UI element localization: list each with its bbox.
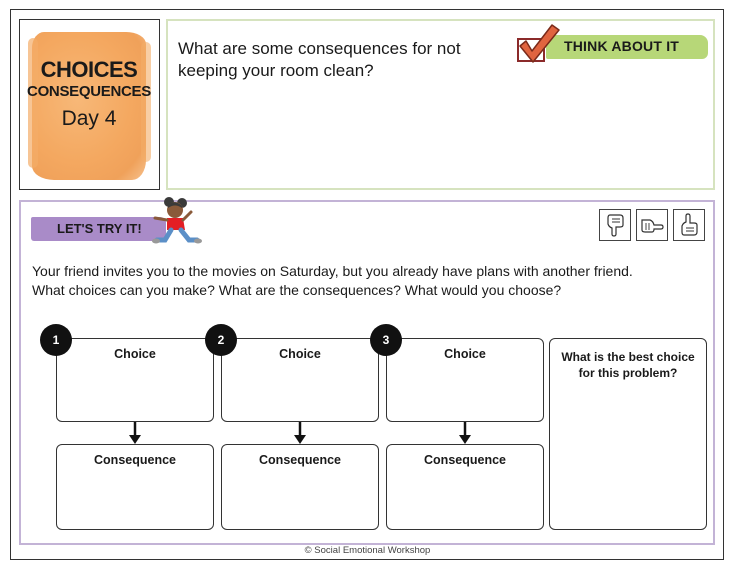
option-number-badge: 2 xyxy=(205,324,237,356)
arrow-down-icon xyxy=(459,422,471,444)
rating-icons xyxy=(599,209,705,241)
lets-try-it-label: LET'S TRY IT! xyxy=(57,221,142,236)
consequence-box[interactable]: Consequence xyxy=(56,444,214,530)
title-day: Day 4 xyxy=(61,107,117,130)
consequence-label: Consequence xyxy=(94,453,176,467)
title-choices: CHOICES xyxy=(40,57,138,82)
running-girl-icon xyxy=(152,197,202,244)
footer: © Social Emotional Workshop xyxy=(0,538,735,557)
title-text: CHOICES CONSEQUENCES Day 4 xyxy=(20,58,158,132)
think-about-it-label: THINK ABOUT IT xyxy=(564,38,680,54)
choice-label: Choice xyxy=(114,347,156,361)
arrow-down-icon xyxy=(129,422,141,444)
consequence-box[interactable]: Consequence xyxy=(386,444,544,530)
thumbs-up-button[interactable] xyxy=(673,209,705,241)
think-about-it-panel: What are some consequences for not keepi… xyxy=(166,19,715,190)
lets-try-it-banner: LET'S TRY IT! xyxy=(31,217,166,241)
consequence-label: Consequence xyxy=(424,453,506,467)
choice-label: Choice xyxy=(444,347,486,361)
best-choice-label: What is the best choice for this problem… xyxy=(561,350,695,380)
consequence-box[interactable]: Consequence xyxy=(221,444,379,530)
option-number-badge: 3 xyxy=(370,324,402,356)
thumbs-down-button[interactable] xyxy=(599,209,631,241)
title-card: CHOICES CONSEQUENCES Day 4 xyxy=(19,19,160,190)
choice-box[interactable]: Choice xyxy=(221,338,379,422)
thumbs-sideways-button[interactable] xyxy=(636,209,668,241)
scenario-line-1: Your friend invites you to the movies on… xyxy=(32,263,633,279)
choice-box[interactable]: Choice xyxy=(386,338,544,422)
thumbs-sideways-icon xyxy=(641,219,664,233)
title-consequences: CONSEQUENCES xyxy=(27,83,151,100)
best-choice-box[interactable]: What is the best choice for this problem… xyxy=(549,338,707,530)
scenario-prompt: Your friend invites you to the movies on… xyxy=(32,262,702,300)
scenario-line-2: What choices can you make? What are the … xyxy=(32,282,562,298)
think-question: What are some consequences for not keepi… xyxy=(178,39,461,80)
thumbs-down-icon xyxy=(607,214,624,237)
arrow-down-icon xyxy=(294,422,306,444)
choice-label: Choice xyxy=(279,347,321,361)
option-number-badge: 1 xyxy=(40,324,72,356)
copyright-text: © Social Emotional Workshop xyxy=(290,545,445,556)
think-about-it-banner: THINK ABOUT IT xyxy=(546,35,708,59)
checkmark-box-icon xyxy=(517,24,560,63)
thumbs-up-icon xyxy=(681,213,698,236)
consequence-label: Consequence xyxy=(259,453,341,467)
lets-try-it-panel: LET'S TRY IT! Your friend invites you to… xyxy=(19,197,715,545)
choice-box[interactable]: Choice xyxy=(56,338,214,422)
